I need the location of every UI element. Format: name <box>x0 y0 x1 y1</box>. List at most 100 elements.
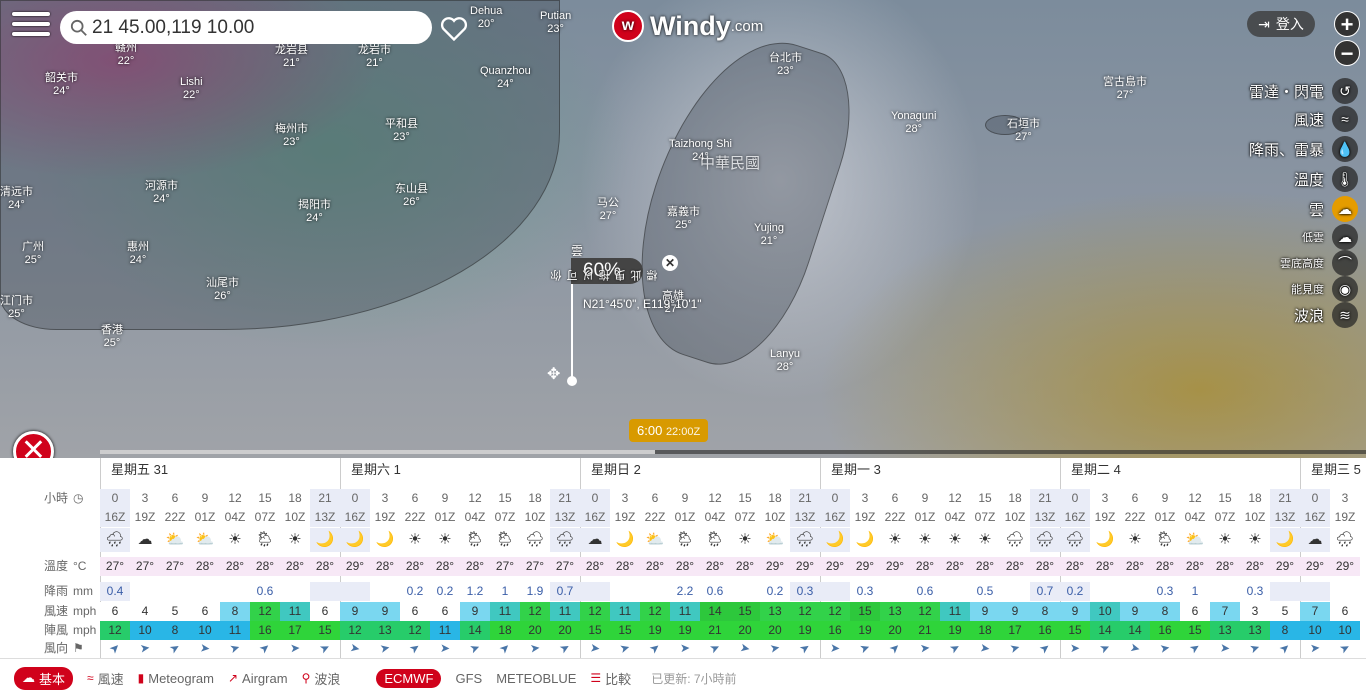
model-gfs[interactable]: GFS <box>455 671 482 686</box>
wind-unit[interactable]: mph <box>73 602 96 621</box>
city-label[interactable]: 清远市 24° <box>0 186 33 212</box>
city-label[interactable]: 赣州 22° <box>115 42 137 68</box>
zulu-cell: 10Z <box>764 510 786 524</box>
weather-icon: 🌦 <box>1155 531 1175 548</box>
city-label[interactable]: Dehua 20° <box>470 5 502 31</box>
gust-cell: 18 <box>970 621 1000 640</box>
weather-icon: 🌧 <box>1030 528 1060 552</box>
layer-eye[interactable]: 能見度 ◉ <box>1291 275 1358 303</box>
city-label[interactable]: 宮古島市 27° <box>1103 76 1147 102</box>
city-label[interactable]: 揭阳市 24° <box>298 199 331 225</box>
city-label[interactable]: 香港 25° <box>101 324 123 350</box>
city-temp: 20° <box>477 18 495 30</box>
city-temp: 21° <box>283 57 300 69</box>
picker-close-icon[interactable]: ✕ <box>662 255 678 271</box>
rain-cell <box>160 582 190 601</box>
city-label[interactable]: 平和县 23° <box>385 118 418 144</box>
layer-radar[interactable]: 雷達・閃電 ↺ <box>1249 77 1358 105</box>
city-label[interactable]: 东山县 26° <box>395 183 428 209</box>
layer-waves[interactable]: 波浪 ≋ <box>1294 301 1358 329</box>
move-icon[interactable]: ✥ <box>547 364 560 384</box>
layer-thermometer[interactable]: 溫度 🌡 <box>1294 165 1358 193</box>
layer-label: 雲底高度 <box>1280 258 1324 270</box>
rain-cell: 1.2 <box>466 584 484 598</box>
city-label[interactable]: 嘉義市 25° <box>667 206 700 232</box>
layer-rain[interactable]: 降雨、雷暴 💧 <box>1249 135 1358 163</box>
weather-icon: 🌙 <box>855 531 875 548</box>
city-label[interactable]: 汕尾市 26° <box>206 277 239 303</box>
tab-wind[interactable]: ≈ 風速 <box>87 669 124 688</box>
windy-logo[interactable]: w Windy .com <box>612 10 763 42</box>
weather-icon: ☀ <box>1218 531 1232 548</box>
zoom-in-button[interactable]: + <box>1334 11 1360 37</box>
city-label[interactable]: 河源市 24° <box>145 180 178 206</box>
rain-unit[interactable]: mm <box>73 582 93 601</box>
wind-direction-icon: ➤ <box>829 640 841 656</box>
gust-cell: 17 <box>280 621 310 640</box>
rain-cell <box>820 582 850 601</box>
city-label[interactable]: 石垣市 27° <box>1007 118 1040 144</box>
city-label[interactable]: Putian 23° <box>540 10 571 36</box>
gust-cell: 16 <box>1150 621 1180 640</box>
city-label[interactable]: 梅州市 23° <box>275 123 308 149</box>
city-label[interactable]: 惠州 24° <box>127 241 149 267</box>
wind-direction-icon: ➤ <box>707 639 723 657</box>
login-button[interactable]: ⇥ 登入 <box>1247 11 1315 37</box>
tab-basic[interactable]: ☁ 基本 <box>14 666 74 690</box>
city-label[interactable]: Lishi 22° <box>180 76 203 102</box>
rain-cell: 2.2 <box>676 584 694 598</box>
city-label[interactable]: Yujing 21° <box>754 222 784 248</box>
radar-icon: ↺ <box>1332 78 1358 104</box>
gust-unit[interactable]: mph <box>73 621 96 640</box>
layer-low-cloud[interactable]: 低雲 ☁ <box>1302 223 1358 251</box>
city-name: 平和县 <box>385 118 418 130</box>
zulu-cell: 16Z <box>580 508 610 527</box>
search-box[interactable] <box>60 11 432 44</box>
temp-unit[interactable]: °C <box>73 557 86 576</box>
weather-icon: ⛅ <box>165 531 185 548</box>
weather-map[interactable]: 韶关市 24° 赣州 22° 龙岩县 21° 龙岩市 21° Dehua 20° Putian 23°… <box>0 0 1366 458</box>
hour-cell: 12 <box>228 491 242 505</box>
tab-meteogram[interactable]: ▮ Meteogram <box>138 671 214 686</box>
zoom-out-button[interactable]: − <box>1334 40 1360 66</box>
city-name: 东山县 <box>395 183 428 195</box>
timeline-badge[interactable]: 6:00 22:00Z <box>629 419 709 442</box>
city-label[interactable]: 江门市 25° <box>0 295 33 321</box>
tab-waves[interactable]: ⚲ 波浪 <box>302 669 341 688</box>
wind-direction-icon: ➤ <box>529 640 541 656</box>
compare-button[interactable]: ☰ 比較 <box>590 669 631 688</box>
forecast-table: 星期五 31 星期六 1 星期日 2 星期一 3 星期二 4 星期三 5 小時 ◷ 0369… <box>0 458 1366 658</box>
zulu-cell: 07Z <box>734 510 756 524</box>
search-input[interactable] <box>92 16 412 39</box>
city-label[interactable]: 台北市 23° <box>769 52 802 78</box>
wind-direction-icon: ➤ <box>679 640 691 656</box>
city-label[interactable]: 韶关市 24° <box>45 72 78 98</box>
cloud-base-icon: ⌒ <box>1332 250 1358 276</box>
city-label[interactable]: Quanzhou 24° <box>480 65 531 91</box>
model-meteoblue[interactable]: METEOBLUE <box>496 671 576 686</box>
gust-label: 陣風 <box>44 623 69 637</box>
model-ecmwf[interactable]: ECMWF <box>376 668 442 688</box>
wind-cell: 9 <box>1120 602 1150 621</box>
wind-cell: 9 <box>1000 602 1030 621</box>
airgram-icon: ↗ <box>227 671 239 685</box>
favorite-heart-icon[interactable] <box>440 16 468 42</box>
hour-cell: 21 <box>310 489 340 508</box>
city-label[interactable]: 龙岩市 21° <box>358 44 391 70</box>
weather-icon: 🌙 <box>1095 531 1115 548</box>
city-label[interactable]: Lanyu 28° <box>770 348 800 374</box>
layer-cloud[interactable]: 雲 ☁ <box>1309 195 1358 223</box>
tab-airgram[interactable]: ↗ Airgram <box>228 671 288 686</box>
layer-cloud-base[interactable]: 雲底高度 ⌒ <box>1280 249 1358 277</box>
layer-wind[interactable]: 風速 ≈ <box>1294 105 1358 133</box>
city-label[interactable]: Yonaguni 28° <box>891 110 936 136</box>
menu-button[interactable] <box>12 12 50 40</box>
city-label[interactable]: 龙岩县 21° <box>275 44 308 70</box>
city-label[interactable]: 马公 27° <box>597 197 619 223</box>
timeline-bar[interactable] <box>100 450 1366 454</box>
zulu-cell: 10Z <box>1004 510 1026 524</box>
wind-direction-icon: ➤ <box>618 639 632 657</box>
rain-cell <box>1090 582 1120 601</box>
picker-handle[interactable] <box>567 376 577 386</box>
city-label[interactable]: 广州 25° <box>22 241 44 267</box>
